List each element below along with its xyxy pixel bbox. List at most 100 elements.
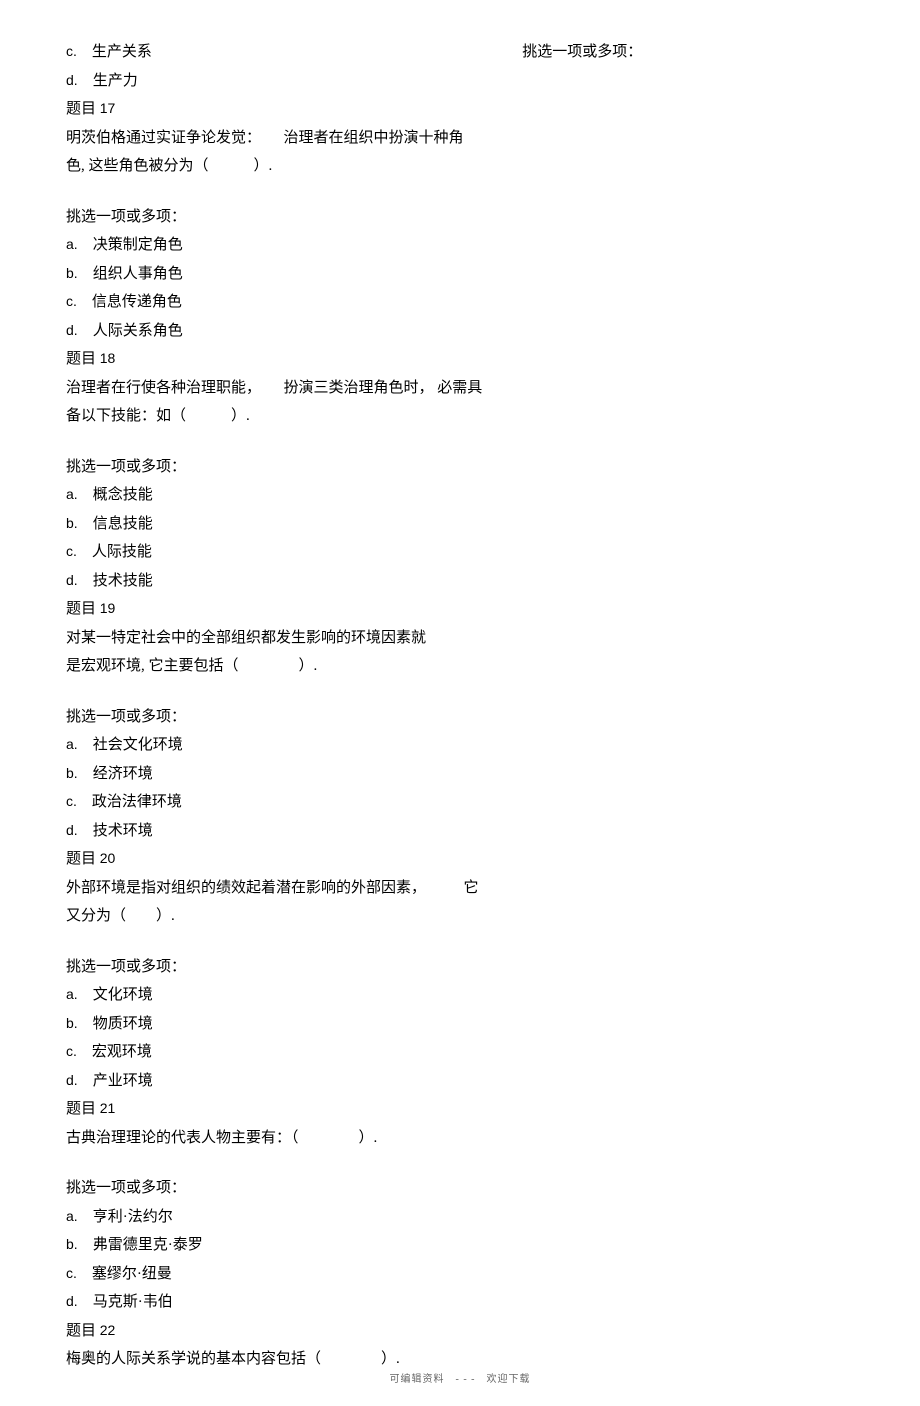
option-letter: c. — [66, 43, 77, 59]
option-c: c. 人际技能 — [66, 540, 482, 566]
option-text: 技术技能 — [93, 573, 153, 589]
option-letter: b. — [66, 265, 78, 281]
option-text: 社会文化环境 — [93, 737, 183, 753]
question-number: 17 — [100, 100, 116, 116]
option-letter: d. — [66, 1072, 78, 1088]
option-text: 亨利·法约尔 — [93, 1209, 173, 1225]
option-c: c. 政治法律环境 — [66, 790, 482, 816]
option-text: 弗雷德里克·泰罗 — [93, 1237, 203, 1253]
option-letter: a. — [66, 486, 78, 502]
heading-prefix: 题目 — [66, 601, 96, 617]
question-number: 21 — [100, 1100, 116, 1116]
select-instruction: 挑选一项或多项： — [522, 40, 854, 66]
question-number: 22 — [100, 1322, 116, 1338]
option-a: a. 决策制定角色 — [66, 233, 482, 259]
option-letter: d. — [66, 822, 78, 838]
option-text: 技术环境 — [93, 823, 153, 839]
spacer — [66, 933, 482, 955]
heading-prefix: 题目 — [66, 351, 96, 367]
option-text: 组织人事角色 — [93, 266, 183, 282]
select-instruction: 挑选一项或多项： — [66, 955, 482, 981]
option-text: 生产关系 — [92, 44, 152, 60]
option-letter: a. — [66, 736, 78, 752]
question-stem-line: 明茨伯格通过实证争论发觉： 治理者在组织中扮演十种角 — [66, 126, 482, 152]
option-letter: c. — [66, 1043, 77, 1059]
heading-prefix: 题目 — [66, 101, 96, 117]
question-stem-line: 又分为（ ）. — [66, 904, 482, 930]
option-letter: d. — [66, 322, 78, 338]
question-number: 18 — [100, 350, 116, 366]
option-b: b. 信息技能 — [66, 512, 482, 538]
question-stem-line: 对某一特定社会中的全部组织都发生影响的环境因素就 — [66, 626, 482, 652]
option-text: 政治法律环境 — [92, 794, 182, 810]
option-text: 文化环境 — [93, 987, 153, 1003]
question-stem-line: 备以下技能：如（ ）. — [66, 404, 482, 430]
spacer — [66, 183, 482, 205]
option-d: d. 产业环境 — [66, 1069, 482, 1095]
select-instruction: 挑选一项或多项： — [66, 1176, 482, 1202]
question-heading: 题目 20 — [66, 847, 482, 873]
option-letter: b. — [66, 1236, 78, 1252]
option-text: 概念技能 — [93, 487, 153, 503]
option-b: b. 组织人事角色 — [66, 262, 482, 288]
option-letter: c. — [66, 293, 77, 309]
question-number: 20 — [100, 850, 116, 866]
option-b: b. 弗雷德里克·泰罗 — [66, 1233, 482, 1259]
question-stem-line: 是宏观环境, 它主要包括（ ）. — [66, 654, 482, 680]
option-text: 物质环境 — [93, 1016, 153, 1032]
option-c: c. 信息传递角色 — [66, 290, 482, 316]
option-c: c. 塞缪尔·纽曼 — [66, 1262, 482, 1288]
option-b: b. 物质环境 — [66, 1012, 482, 1038]
spacer — [66, 433, 482, 455]
option-text: 决策制定角色 — [93, 237, 183, 253]
question-stem-line: 梅奥的人际关系学说的基本内容包括（ ）. — [66, 1347, 482, 1373]
option-text: 塞缪尔·纽曼 — [92, 1266, 172, 1282]
question-stem-line: 色, 这些角色被分为（ ）. — [66, 154, 482, 180]
question-stem-line: 古典治理理论的代表人物主要有：（ ）. — [66, 1126, 482, 1152]
option-text: 生产力 — [93, 73, 138, 89]
option-letter: a. — [66, 986, 78, 1002]
option-letter: c. — [66, 1265, 77, 1281]
heading-prefix: 题目 — [66, 1323, 96, 1339]
option-c: c. 生产关系 — [66, 40, 482, 66]
option-d: d. 生产力 — [66, 69, 482, 95]
column-layout: c. 生产关系 d. 生产力 题目 17 明茨伯格通过实证争论发觉： 治理者在组… — [66, 40, 854, 1376]
option-b: b. 经济环境 — [66, 762, 482, 788]
option-text: 人际技能 — [92, 544, 152, 560]
document-page: c. 生产关系 d. 生产力 题目 17 明茨伯格通过实证争论发觉： 治理者在组… — [0, 0, 920, 1406]
question-heading: 题目 19 — [66, 597, 482, 623]
select-instruction: 挑选一项或多项： — [66, 705, 482, 731]
option-a: a. 文化环境 — [66, 983, 482, 1009]
option-a: a. 概念技能 — [66, 483, 482, 509]
question-stem-line: 治理者在行使各种治理职能， 扮演三类治理角色时， 必需具 — [66, 376, 482, 402]
option-letter: b. — [66, 515, 78, 531]
option-d: d. 人际关系角色 — [66, 319, 482, 345]
question-number: 19 — [100, 600, 116, 616]
option-text: 产业环境 — [93, 1073, 153, 1089]
right-column: 挑选一项或多项： — [522, 40, 854, 1376]
option-letter: d. — [66, 572, 78, 588]
option-letter: a. — [66, 1208, 78, 1224]
option-text: 经济环境 — [93, 766, 153, 782]
option-c: c. 宏观环境 — [66, 1040, 482, 1066]
spacer — [66, 683, 482, 705]
page-footer: 可编辑资料 - - - 欢迎下载 — [0, 1371, 920, 1388]
question-heading: 题目 18 — [66, 347, 482, 373]
option-letter: d. — [66, 72, 78, 88]
option-d: d. 技术技能 — [66, 569, 482, 595]
option-text: 宏观环境 — [92, 1044, 152, 1060]
option-text: 信息技能 — [93, 516, 153, 532]
heading-prefix: 题目 — [66, 851, 96, 867]
option-letter: c. — [66, 793, 77, 809]
option-letter: b. — [66, 1015, 78, 1031]
left-column: c. 生产关系 d. 生产力 题目 17 明茨伯格通过实证争论发觉： 治理者在组… — [66, 40, 482, 1376]
question-stem-line: 外部环境是指对组织的绩效起着潜在影响的外部因素， 它 — [66, 876, 482, 902]
option-text: 人际关系角色 — [93, 323, 183, 339]
question-heading: 题目 22 — [66, 1319, 482, 1345]
question-heading: 题目 17 — [66, 97, 482, 123]
option-text: 马克斯·韦伯 — [93, 1294, 173, 1310]
option-letter: d. — [66, 1293, 78, 1309]
option-text: 信息传递角色 — [92, 294, 182, 310]
spacer — [66, 1154, 482, 1176]
select-instruction: 挑选一项或多项： — [66, 205, 482, 231]
